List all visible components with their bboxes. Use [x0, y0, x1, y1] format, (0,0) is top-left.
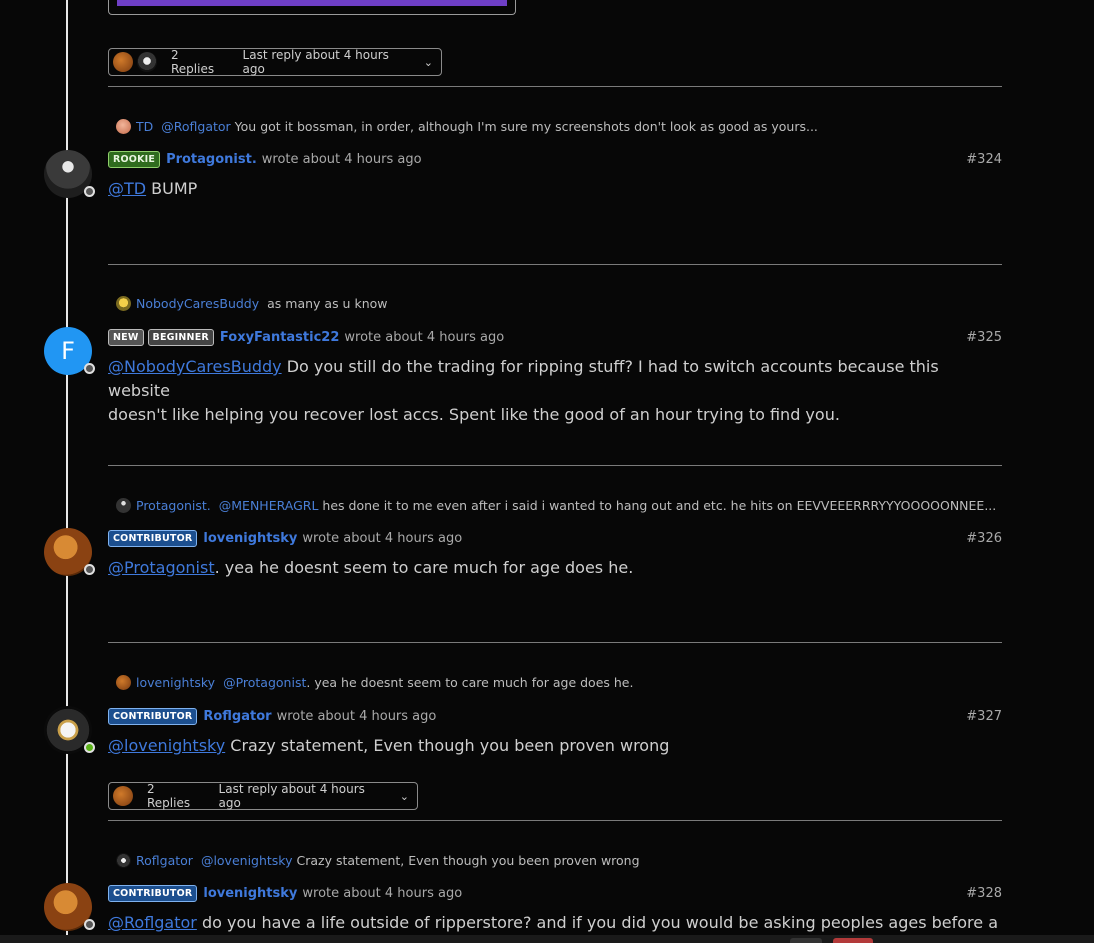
post-timestamp: wrote about 4 hours ago [276, 709, 437, 724]
post-mention[interactable]: @lovenightsky [108, 736, 225, 755]
avatar[interactable]: F [44, 327, 95, 375]
reply-reference[interactable]: lovenightsky @Protagonist. yea he doesnt… [116, 675, 633, 690]
reply-ref-text: hes done it to me even after i said i wa… [318, 498, 997, 513]
role-badge: BEGINNER [147, 329, 214, 346]
replies-last: Last reply about 4 hours ago [242, 48, 389, 76]
post-number[interactable]: #325 [966, 330, 1002, 345]
bottom-toolbar [0, 935, 1094, 943]
post-body: @NobodyCaresBuddy Do you still do the tr… [108, 355, 998, 427]
status-indicator [84, 564, 95, 575]
replies-count: 2 Replies [147, 782, 191, 810]
post-timestamp: wrote about 4 hours ago [302, 531, 463, 546]
reply-ref-user[interactable]: Protagonist. [136, 498, 211, 513]
chevron-down-icon: ⌄ [423, 55, 433, 69]
post-text: do you have a life outside of ripperstor… [196, 913, 998, 932]
reply-ref-mention: @lovenightsky [200, 853, 293, 868]
post-header: CONTRIBUTOR Roflgator wrote about 4 hour… [108, 708, 1002, 725]
post-username[interactable]: Protagonist. [166, 152, 257, 167]
status-indicator [84, 186, 95, 197]
post-header: ROOKIE Protagonist. wrote about 4 hours … [108, 151, 1002, 168]
post-mention[interactable]: @TD [108, 179, 146, 198]
reply-ref-avatar [116, 498, 131, 513]
toolbar-tab[interactable] [790, 938, 822, 943]
thread-timeline [66, 0, 68, 935]
reply-reference[interactable]: TD @Roflgator You got it bossman, in ord… [116, 119, 818, 134]
post-body: @Roflgator do you have a life outside of… [108, 911, 998, 935]
role-badge: CONTRIBUTOR [108, 530, 198, 547]
post-header: CONTRIBUTOR lovenightsky wrote about 4 h… [108, 530, 1002, 547]
post-number[interactable]: #327 [966, 709, 1002, 724]
reply-ref-mention: @MENHERAGRL [218, 498, 319, 513]
role-badge: ROOKIE [108, 151, 161, 168]
post-header: NEW BEGINNER FoxyFantastic22 wrote about… [108, 329, 1002, 346]
role-badge: CONTRIBUTOR [108, 885, 198, 902]
post-username[interactable]: lovenightsky [203, 531, 297, 546]
post-divider [108, 264, 1002, 265]
post-body: @TD BUMP [108, 177, 998, 201]
post-body: @Protagonist. yea he doesnt seem to care… [108, 556, 998, 580]
role-badge: NEW [108, 329, 144, 346]
post-timestamp: wrote about 4 hours ago [344, 330, 505, 345]
reply-ref-text: . yea he doesnt seem to care much for ag… [306, 675, 634, 690]
status-indicator [84, 919, 95, 930]
reply-ref-avatar [116, 853, 131, 868]
reply-ref-user[interactable]: NobodyCaresBuddy [136, 296, 259, 311]
post-header: CONTRIBUTOR lovenightsky wrote about 4 h… [108, 885, 1002, 902]
post-mention[interactable]: @NobodyCaresBuddy [108, 357, 282, 376]
reply-avatar-lovenightsky [113, 52, 133, 72]
reply-ref-avatar [116, 296, 131, 311]
post-divider [108, 465, 1002, 466]
post-username[interactable]: Roflgator [203, 709, 271, 724]
post-text-line2: doesn't like helping you recover lost ac… [108, 405, 840, 424]
post-divider [108, 820, 1002, 821]
avatar[interactable] [44, 528, 95, 576]
reply-ref-mention: @Roflgator [161, 119, 231, 134]
replies-toggle-button[interactable]: 2 Replies Last reply about 4 hours ago ⌄ [108, 48, 442, 76]
reply-avatar-lovenightsky [113, 786, 133, 806]
toolbar-tab-active[interactable] [833, 938, 873, 943]
chevron-down-icon: ⌄ [399, 789, 409, 803]
reply-reference[interactable]: Protagonist. @MENHERAGRL hes done it to … [116, 498, 996, 513]
replies-last: Last reply about 4 hours ago [218, 782, 365, 810]
replies-toggle-button[interactable]: 2 Replies Last reply about 4 hours ago ⌄ [108, 782, 418, 810]
role-badge: CONTRIBUTOR [108, 708, 198, 725]
reply-reference[interactable]: NobodyCaresBuddy as many as u know [116, 296, 388, 311]
status-indicator-online [84, 742, 95, 753]
reply-ref-user[interactable]: lovenightsky [136, 675, 215, 690]
post-timestamp: wrote about 4 hours ago [302, 886, 463, 901]
avatar[interactable] [44, 706, 95, 754]
post-number[interactable]: #326 [966, 531, 1002, 546]
post-username[interactable]: lovenightsky [203, 886, 297, 901]
status-indicator [84, 363, 95, 374]
post-username[interactable]: FoxyFantastic22 [220, 330, 339, 345]
post-timestamp: wrote about 4 hours ago [261, 152, 422, 167]
avatar[interactable] [44, 883, 95, 931]
replies-count: 2 Replies [171, 48, 215, 76]
reply-ref-text: as many as u know [267, 296, 388, 311]
post-mention[interactable]: @Protagonist [108, 558, 215, 577]
reply-avatar-roflgator [137, 52, 157, 72]
reply-ref-mention: @Protagonist [223, 675, 307, 690]
reply-ref-avatar [116, 119, 131, 134]
post-text: BUMP [146, 179, 198, 198]
post-number[interactable]: #328 [966, 886, 1002, 901]
post-mention[interactable]: @Roflgator [108, 913, 197, 932]
embedded-media-preview[interactable] [108, 0, 516, 15]
post-number[interactable]: #324 [966, 152, 1002, 167]
reply-ref-text: You got it bossman, in order, although I… [230, 119, 818, 134]
post-text: Crazy statement, Even though you been pr… [225, 736, 670, 755]
post-divider [108, 642, 1002, 643]
reply-ref-user[interactable]: Roflgator [136, 853, 193, 868]
post-divider [108, 86, 1002, 87]
post-body: @lovenightsky Crazy statement, Even thou… [108, 734, 998, 758]
reply-ref-user[interactable]: TD [136, 119, 153, 134]
embed-accent-bar [117, 0, 507, 6]
reply-reference[interactable]: Roflgator @lovenightsky Crazy statement,… [116, 853, 640, 868]
reply-ref-avatar [116, 675, 131, 690]
reply-ref-text: Crazy statement, Even though you been pr… [292, 853, 640, 868]
post-text: . yea he doesnt seem to care much for ag… [214, 558, 634, 577]
avatar[interactable] [44, 150, 95, 198]
